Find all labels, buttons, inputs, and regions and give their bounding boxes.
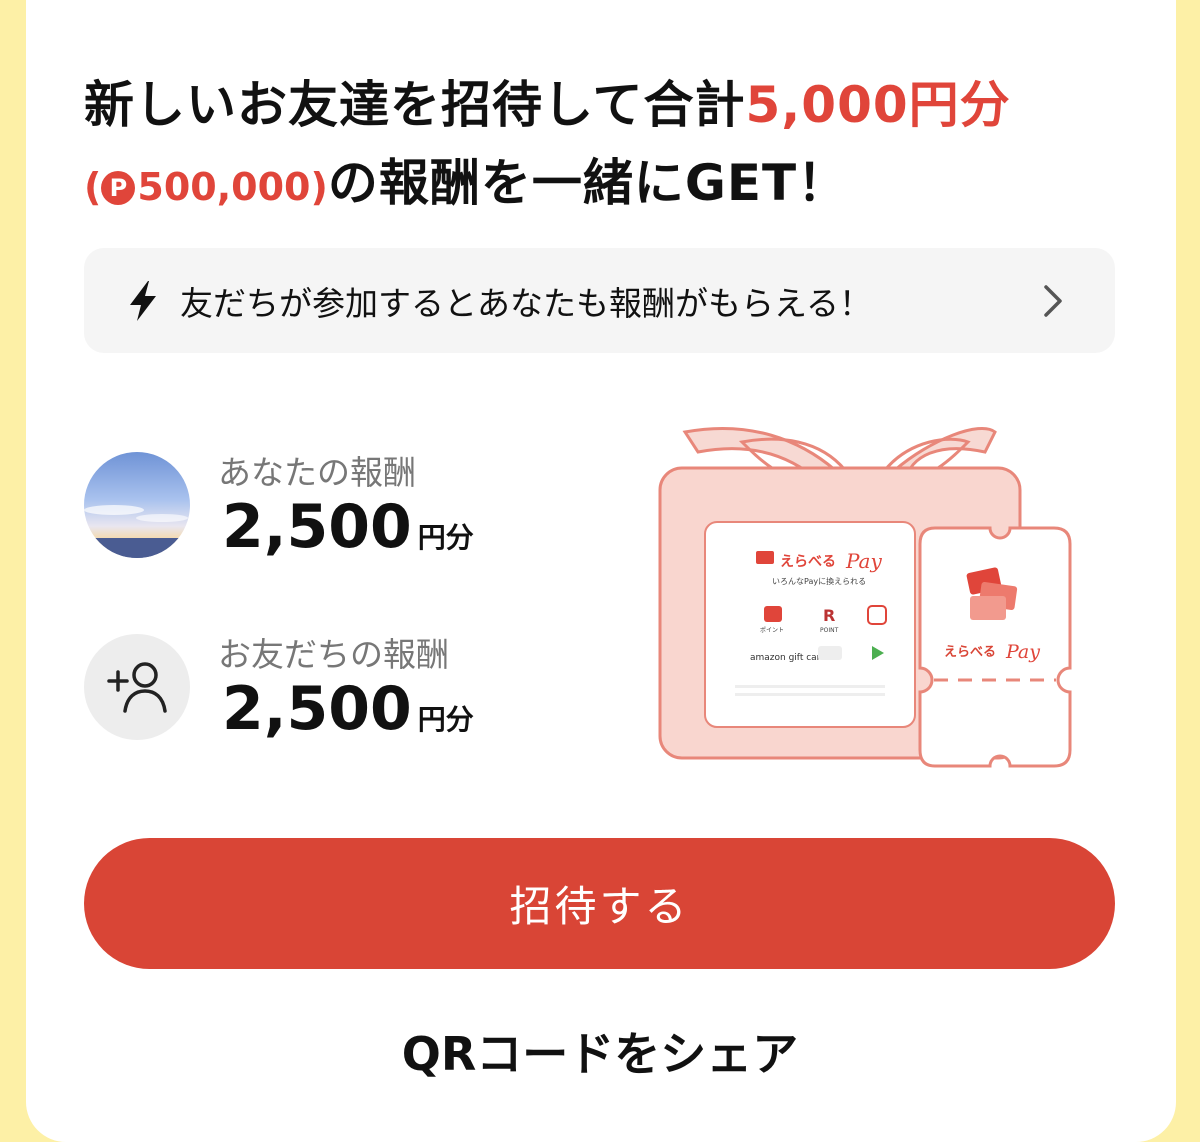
ticket-brand-pay: Pay: [1005, 641, 1040, 663]
qr-share-link[interactable]: QRコードをシェア: [0, 1018, 1200, 1084]
info-bar-text: 友だちが参加するとあなたも報酬がもらえる！: [180, 283, 873, 323]
your-reward-unit: 円分: [417, 521, 474, 554]
card-brand-small: えらべる: [780, 554, 836, 570]
apple-logo-icon: [818, 646, 842, 660]
headline-part2: の報酬を一緒にGET！: [327, 154, 849, 212]
friend-reward-amount: 2,500: [222, 674, 412, 744]
your-reward-amount: 2,500: [222, 492, 412, 562]
card-item-rakuten: POINT: [820, 627, 839, 634]
friend-avatar: [84, 634, 190, 740]
headline-point-amount: 500,000: [137, 165, 311, 209]
ticket-brand-small: えらべる: [944, 645, 996, 660]
chevron-right-icon: [1044, 284, 1062, 317]
friend-reward-info-bar[interactable]: 友だちが参加するとあなたも報酬がもらえる！: [84, 248, 1115, 353]
rakuten-logo-icon: R: [823, 606, 835, 625]
d-point-logo-icon: [867, 605, 887, 625]
your-reward-label: あなたの報酬: [218, 453, 416, 492]
lightning-icon: [130, 280, 156, 321]
invite-button[interactable]: 招待する: [84, 838, 1115, 969]
friend-reward-value: 2,500 円分: [222, 674, 474, 744]
friend-reward-unit: 円分: [417, 703, 474, 736]
friend-reward-label: お友だちの報酬: [218, 635, 449, 674]
user-avatar: [84, 452, 190, 558]
headline-total-amount: 5,000円分: [745, 76, 1011, 134]
point-icon: P: [101, 171, 136, 205]
erabel-pay-logo-icon: [756, 551, 774, 564]
page-headline: 新しいお友達を招待して合計5,000円分 (P 500,000)の報酬を一緒にGE…: [84, 66, 1144, 226]
your-reward-value: 2,500 円分: [222, 492, 474, 562]
point-amount-group: (P 500,000): [84, 165, 328, 209]
paypay-logo-icon: [764, 606, 782, 622]
card-item-amazon: amazon gift card: [750, 653, 826, 663]
card-tagline: いろんなPayに換えられる: [772, 576, 866, 586]
add-person-icon: [107, 662, 167, 713]
gift-box-illustration: えらべる Pay いろんなPayに換えられる ポイント R POINT amaz…: [658, 426, 1072, 768]
card-brand-pay: Pay: [845, 549, 882, 573]
headline-part1: 新しいお友達を招待して合計: [84, 76, 746, 134]
sky-photo-icon: [84, 452, 190, 558]
card-item-point: ポイント: [760, 626, 784, 634]
